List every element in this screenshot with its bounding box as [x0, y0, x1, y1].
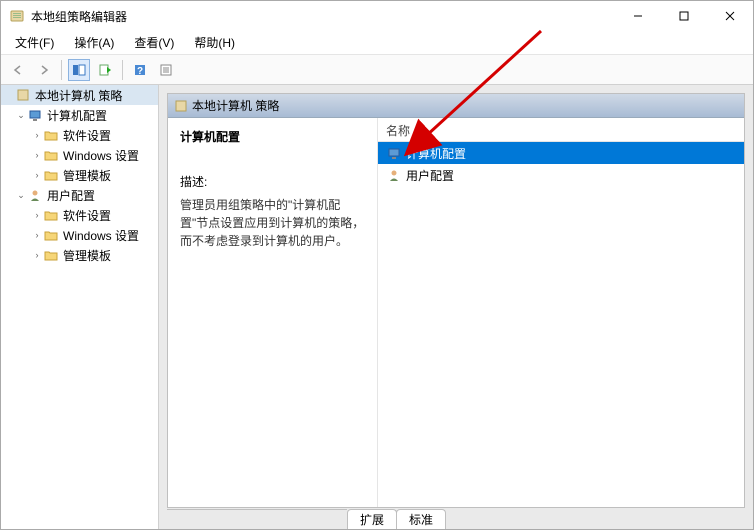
tree-user-config[interactable]: ⌄ 用户配置 [1, 185, 158, 205]
list-column: 名称 计算机配置 用户配置 [378, 118, 744, 507]
list-item-user-config[interactable]: 用户配置 [378, 164, 744, 186]
chevron-down-icon[interactable]: ⌄ [15, 190, 27, 201]
folder-icon [43, 227, 59, 243]
folder-icon [43, 127, 59, 143]
menu-file[interactable]: 文件(F) [5, 32, 64, 53]
toolbar: ? [1, 55, 753, 85]
tree-label: 用户配置 [45, 187, 97, 204]
forward-button[interactable] [33, 59, 55, 81]
chevron-right-icon[interactable]: › [31, 250, 43, 260]
folder-icon [43, 247, 59, 263]
back-button[interactable] [7, 59, 29, 81]
tab-extended[interactable]: 扩展 [347, 509, 397, 529]
toolbar-separator [61, 60, 62, 80]
tab-standard[interactable]: 标准 [396, 509, 446, 529]
help-button[interactable]: ? [129, 59, 151, 81]
chevron-right-icon[interactable]: › [31, 230, 43, 240]
chevron-right-icon[interactable]: › [31, 210, 43, 220]
folder-icon [43, 147, 59, 163]
close-button[interactable] [707, 1, 753, 31]
menu-bar: 文件(F) 操作(A) 查看(V) 帮助(H) [1, 31, 753, 55]
svg-text:?: ? [137, 66, 143, 77]
description-text: 管理员用组策略中的"计算机配置"节点设置应用到计算机的策略，而不考虑登录到计算机… [180, 196, 365, 250]
content-panel: 本地计算机 策略 计算机配置 描述: 管理员用组策略中的"计算机配置"节点设置应… [159, 85, 753, 529]
show-hide-tree-button[interactable] [68, 59, 90, 81]
tree-label: 管理模板 [61, 247, 113, 264]
list-item-label: 计算机配置 [406, 145, 466, 162]
menu-help[interactable]: 帮助(H) [184, 32, 245, 53]
chevron-right-icon[interactable]: › [31, 170, 43, 180]
content-header-title: 本地计算机 策略 [192, 97, 279, 114]
user-icon [27, 187, 43, 203]
description-label: 描述: [180, 173, 365, 190]
list-items: 计算机配置 用户配置 [378, 142, 744, 507]
tree-computer-config[interactable]: ⌄ 计算机配置 [1, 105, 158, 125]
minimize-button[interactable] [615, 1, 661, 31]
content-header: 本地计算机 策略 [168, 94, 744, 118]
content-inner: 本地计算机 策略 计算机配置 描述: 管理员用组策略中的"计算机配置"节点设置应… [167, 93, 745, 508]
main-area: ▾ 本地计算机 策略 ⌄ 计算机配置 › [1, 85, 753, 529]
tree-label: Windows 设置 [61, 227, 141, 244]
tree-root-label: 本地计算机 策略 [33, 87, 124, 104]
tree-windows-settings[interactable]: › Windows 设置 [1, 225, 158, 245]
tree-software-settings[interactable]: › 软件设置 [1, 205, 158, 225]
tree-label: Windows 设置 [61, 147, 141, 164]
tab-spacer [167, 509, 347, 529]
maximize-button[interactable] [661, 1, 707, 31]
tree-label: 软件设置 [61, 207, 113, 224]
list-item-label: 用户配置 [406, 167, 454, 184]
chevron-right-icon[interactable]: › [31, 130, 43, 140]
computer-icon [386, 145, 402, 161]
folder-icon [43, 167, 59, 183]
menu-view[interactable]: 查看(V) [124, 32, 184, 53]
tab-strip: 扩展 标准 [167, 507, 745, 529]
tree-software-settings[interactable]: › 软件设置 [1, 125, 158, 145]
tree-root[interactable]: ▾ 本地计算机 策略 [1, 85, 158, 105]
title-bar: 本地组策略编辑器 [1, 1, 753, 31]
window-controls [615, 1, 753, 31]
properties-button[interactable] [155, 59, 177, 81]
app-icon [9, 8, 25, 24]
tree-label: 计算机配置 [45, 107, 109, 124]
list-item-computer-config[interactable]: 计算机配置 [378, 142, 744, 164]
document-icon [15, 87, 31, 103]
export-button[interactable] [94, 59, 116, 81]
chevron-right-icon[interactable]: › [31, 150, 43, 160]
description-column: 计算机配置 描述: 管理员用组策略中的"计算机配置"节点设置应用到计算机的策略，… [168, 118, 378, 507]
section-title: 计算机配置 [180, 128, 365, 145]
chevron-down-icon[interactable]: ⌄ [15, 110, 27, 121]
content-body: 计算机配置 描述: 管理员用组策略中的"计算机配置"节点设置应用到计算机的策略，… [168, 118, 744, 507]
tree-label: 管理模板 [61, 167, 113, 184]
tree-windows-settings[interactable]: › Windows 设置 [1, 145, 158, 165]
tree-admin-templates[interactable]: › 管理模板 [1, 165, 158, 185]
tree-panel[interactable]: ▾ 本地计算机 策略 ⌄ 计算机配置 › [1, 85, 159, 529]
computer-icon [27, 107, 43, 123]
tree-admin-templates[interactable]: › 管理模板 [1, 245, 158, 265]
document-icon [174, 99, 188, 113]
folder-icon [43, 207, 59, 223]
list-column-header[interactable]: 名称 [378, 118, 744, 142]
tree-label: 软件设置 [61, 127, 113, 144]
toolbar-separator [122, 60, 123, 80]
menu-action[interactable]: 操作(A) [64, 32, 124, 53]
user-icon [386, 167, 402, 183]
window-title: 本地组策略编辑器 [31, 8, 615, 25]
